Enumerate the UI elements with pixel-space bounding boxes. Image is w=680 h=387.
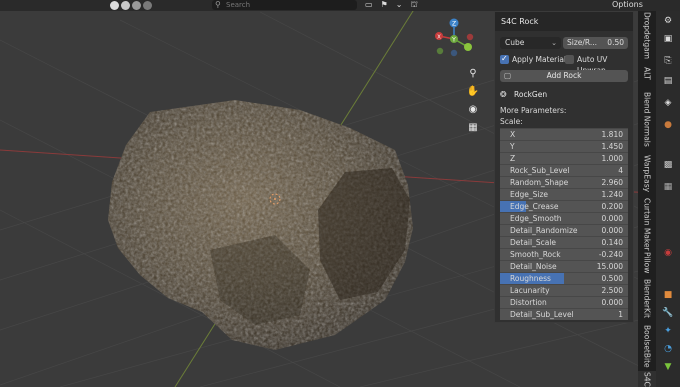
camera-icon[interactable]: ◉ (466, 103, 480, 117)
hand-icon[interactable]: ✋ (466, 85, 480, 99)
scale-label: Scale: (500, 117, 523, 126)
more-parameters-label: More Parameters: (500, 106, 567, 115)
apply-material-label: Apply Material (512, 55, 567, 64)
sidebar-tab[interactable]: Blend Normals (638, 91, 656, 147)
param-row[interactable]: Detail_Noise 15.000 (500, 260, 628, 272)
rockgen-label: RockGen (514, 90, 548, 99)
param-row[interactable]: Detail_Randomize 0.000 (500, 224, 628, 236)
sidebar-tab-label: Curtain Maker (642, 197, 652, 251)
param-row[interactable]: Y 1.450 (500, 140, 628, 152)
sidebar-tab[interactable]: ALT (638, 61, 656, 85)
search-input[interactable]: ⚲ Search (212, 0, 357, 10)
sidebar-tab[interactable]: Pillow (638, 251, 656, 275)
sidebar-tab[interactable]: S4C (638, 371, 656, 387)
sidebar-tab-label: WarpEasy (642, 155, 652, 193)
chevron-down-icon: ⌄ (551, 39, 557, 47)
texture-icon[interactable]: ▦ (662, 181, 674, 193)
view-layer-icon[interactable]: ▤ (662, 75, 674, 87)
sidebar-tab-label: Pillow (642, 252, 652, 274)
size-field[interactable]: Size/R... 0.50 (563, 37, 628, 49)
physics-icon[interactable]: ◔ (662, 343, 674, 355)
param-row[interactable]: Random_Shape 2.960 (500, 176, 628, 188)
checkbox-on (500, 53, 509, 64)
collection-icon[interactable]: ▩ (662, 159, 674, 171)
param-row[interactable]: Detail_Scale 0.140 (500, 236, 628, 248)
param-row[interactable]: X 1.810 (500, 128, 628, 140)
scene-icon[interactable]: ◈ (662, 97, 674, 109)
sidebar-tab-label: ALT (642, 66, 652, 80)
apply-material-checkbox[interactable]: Apply Material (500, 53, 567, 65)
flag-icon[interactable]: ⚑ (381, 0, 388, 10)
param-row[interactable]: Smooth_Rock -0.240 (500, 248, 628, 260)
shape-dropdown[interactable]: Cube ⌄ (500, 37, 561, 49)
rendered-icon[interactable] (143, 1, 152, 10)
panel-title: S4C Rock (501, 17, 539, 26)
file-icon[interactable]: ▭ (365, 0, 373, 10)
sidebar-tab-label: Blend Normals (642, 91, 652, 147)
object-icon[interactable]: ■ (662, 289, 674, 301)
rockgen-subpanel[interactable]: ❂ RockGen (500, 89, 547, 101)
tool-icon[interactable]: ⚙ (662, 15, 674, 27)
properties-icons: ⚙ ▣ ⎘ ▤ ◈ ● ▩ ▦ ◉ ■ 🔧 ✦ ◔ ▼ (656, 11, 680, 387)
particles-icon[interactable]: ✦ (662, 325, 674, 337)
sidebar-tab-label: BlenderKit (642, 278, 652, 318)
size-label: Size/R... (567, 38, 598, 47)
sidebar-tab[interactable]: WarpEasy (638, 151, 656, 197)
options-label: Options (612, 0, 643, 9)
options-menu[interactable]: Options ⌄ (612, 0, 644, 19)
add-rock-label: Add Rock (546, 71, 582, 80)
navigation-gizmo[interactable]: Z X Y (432, 17, 476, 61)
param-row[interactable]: Edge_Size 1.240 (500, 188, 628, 200)
world-icon[interactable]: ● (662, 119, 674, 131)
auto-uv-checkbox[interactable]: Auto UV Unwrap (565, 54, 633, 75)
size-value: 0.50 (607, 38, 624, 47)
param-row[interactable]: Edge_Crease 0.200 (500, 200, 628, 212)
param-row[interactable]: Rock_Sub_Level 4 (500, 164, 628, 176)
zoom-icon[interactable]: ⚲ (466, 67, 480, 81)
param-row[interactable]: Detail_Sub_Level 1 (500, 308, 628, 320)
shading-buttons[interactable] (110, 0, 152, 11)
add-rock-icon: ▢ (504, 71, 512, 80)
wireframe-icon[interactable] (110, 1, 119, 10)
wrench-icon[interactable]: 🔧 (662, 307, 674, 319)
constraints-icon[interactable]: ▼ (662, 361, 674, 373)
render-icon[interactable]: ▣ (662, 33, 674, 45)
panel-header[interactable]: S4C Rock (495, 12, 633, 31)
sidebar-tab[interactable]: BlenderKit (638, 276, 656, 320)
solid-icon[interactable] (121, 1, 130, 10)
gizmo-x: X (437, 35, 441, 41)
sidebar-tab[interactable]: Curtain Maker (638, 198, 656, 251)
param-row[interactable]: Roughness 0.500 (500, 272, 628, 284)
chevron-down-icon[interactable]: ⌄ (396, 0, 403, 10)
output-icon[interactable]: ⎘ (662, 55, 674, 67)
add-rock-button[interactable]: ▢ Add Rock (500, 70, 628, 82)
s4c-rock-panel: S4C Rock Cube ⌄ Size/R... 0.50 Apply Mat… (494, 11, 634, 323)
param-row[interactable]: Distortion 0.000 (500, 296, 628, 308)
sidebar-tabs: Dropdetgam ALT Blend Normals WarpEasy Curtai… (638, 11, 656, 387)
param-row[interactable]: Lacunarity 2.500 (500, 284, 628, 296)
rockgen-icon: ❂ (500, 90, 507, 99)
gizmo-z: Z (452, 21, 456, 28)
shape-dropdown-value: Cube (505, 38, 525, 47)
search-placeholder: Search (226, 1, 251, 9)
param-value: 1 (618, 310, 623, 319)
param-row[interactable]: Edge_Smooth 0.000 (500, 212, 628, 224)
viewport-header: ⚲ Search ▭ ⚑ ⌄ ⛫ Options ⌄ (0, 0, 680, 19)
sidebar-tab-label: Dropdetgam (642, 12, 652, 60)
sidebar-tab-label: S4C (642, 371, 652, 387)
material-sphere-icon[interactable]: ◉ (662, 247, 674, 259)
parameter-list: X 1.810 Y 1.450 Z 1.000 Rock_Sub_Level 4 Random_… (500, 128, 628, 320)
checkbox-off (565, 55, 574, 64)
material-icon[interactable] (132, 1, 141, 10)
sidebar-tab-label: BoolsetBite (642, 324, 652, 368)
sidebar-tab[interactable]: Dropdetgam (638, 12, 656, 60)
grid-icon[interactable]: ▦ (466, 121, 480, 135)
param-name: Detail_Sub_Level (510, 310, 574, 319)
shield-icon[interactable]: ⛫ (410, 0, 417, 10)
sidebar-tab[interactable]: BoolsetBite (638, 324, 656, 368)
search-icon: ⚲ (215, 0, 221, 9)
param-row[interactable]: Z 1.000 (500, 152, 628, 164)
gizmo-y: Y (451, 37, 456, 44)
